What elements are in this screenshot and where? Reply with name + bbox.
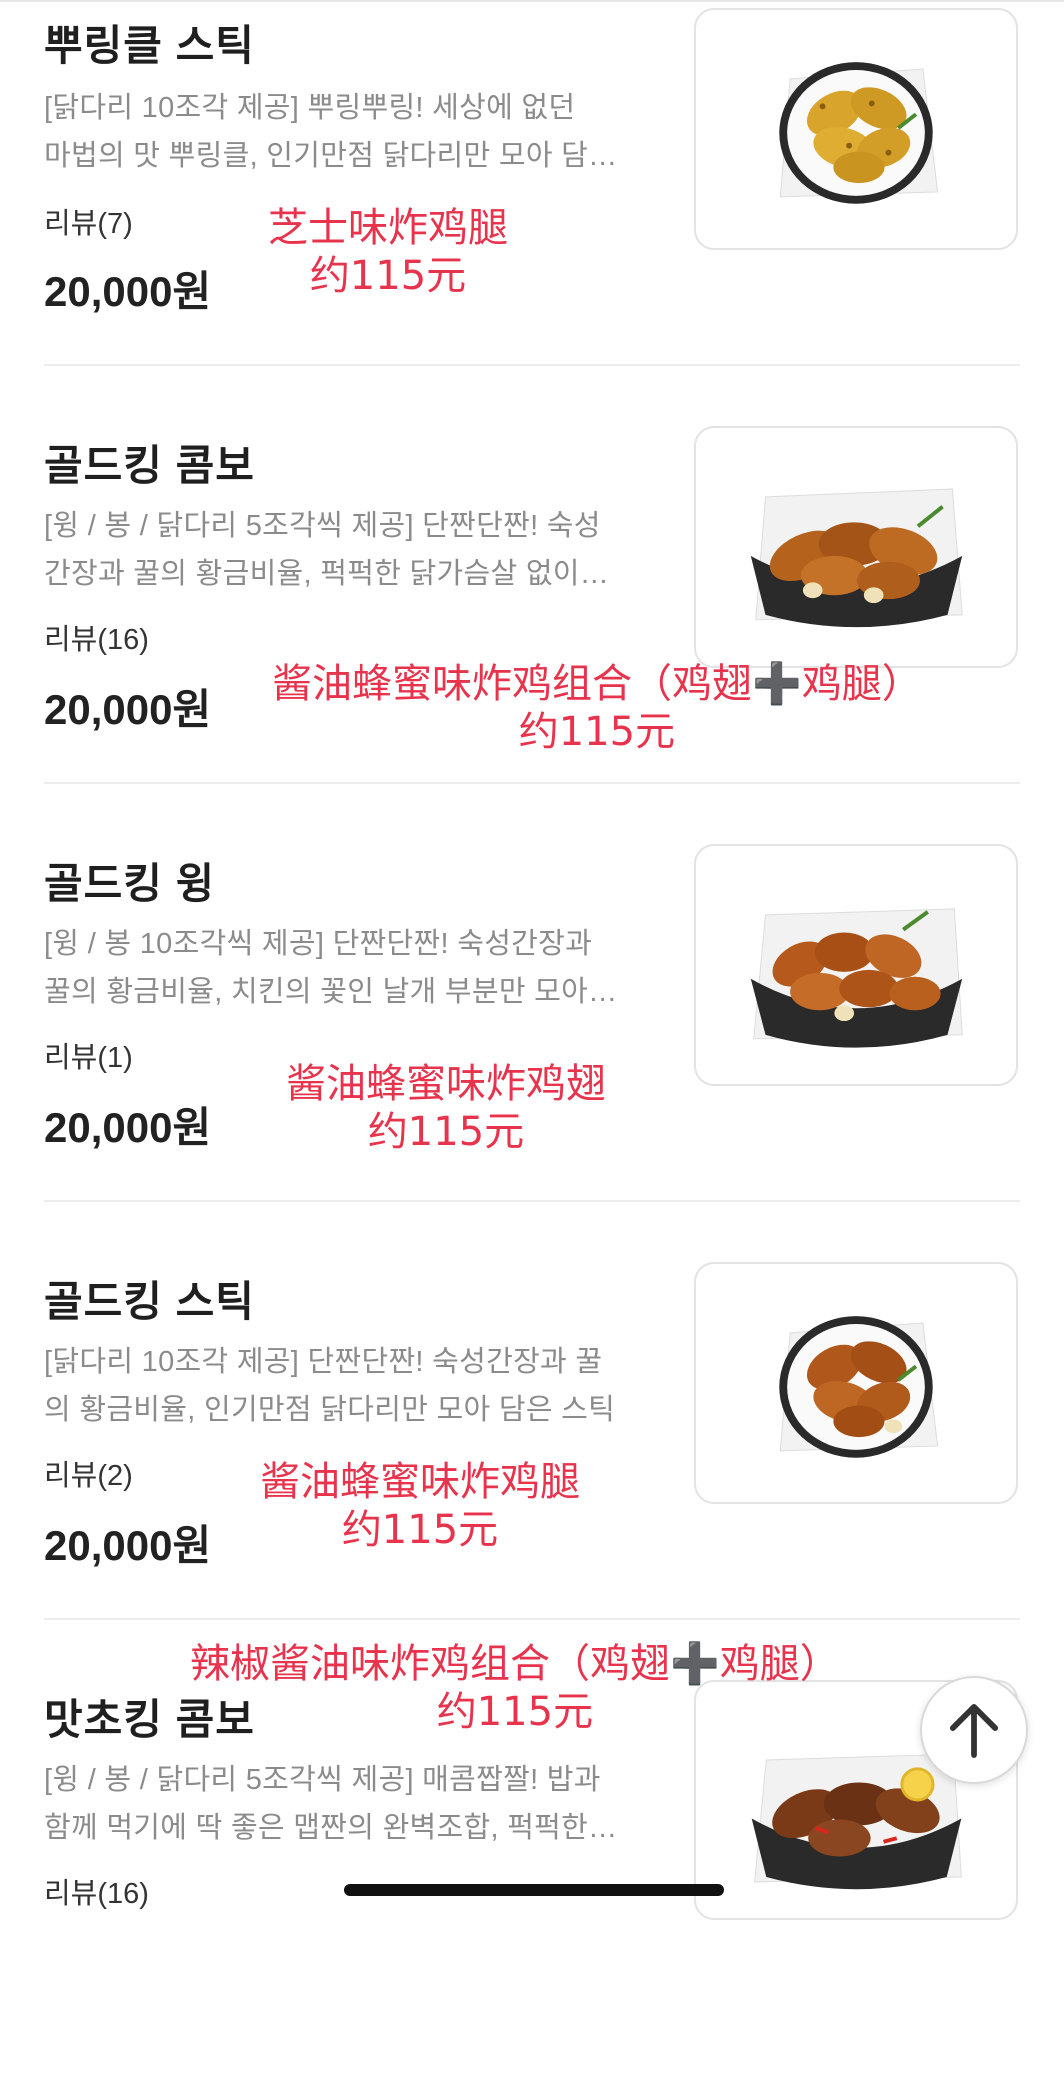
- menu-item-image[interactable]: [694, 1262, 1018, 1504]
- menu-item-price: 20,000원: [44, 686, 212, 733]
- translation-annotation: 辣椒酱油味炸鸡组合（鸡翅➕鸡腿） 约115元: [190, 1641, 840, 1735]
- menu-item-reviews[interactable]: 리뷰(16): [44, 1870, 149, 1912]
- fried-chicken-drumsticks-basket-icon: [779, 1316, 939, 1458]
- menu-item-description: [닭다리 10조각 제공] 단짠단짠! 숙성간장과 꿀 의 황금비율, 인기만점…: [44, 1346, 616, 1426]
- menu-item-description: [닭다리 10조각 제공] 뿌링뿌링! 세상에 없던 마법의 맛 뿌링클, 인기…: [44, 92, 618, 172]
- menu-item-image[interactable]: [694, 8, 1018, 250]
- fried-chicken-drumsticks-basket-icon: [779, 62, 939, 204]
- translation-annotation: 酱油蜂蜜味炸鸡组合（鸡翅➕鸡腿） 约115元: [272, 661, 922, 755]
- menu-item-description: [윙 / 봉 10조각씩 제공] 단짠단짠! 숙성간장과 꿀의 황금비율, 치킨…: [44, 928, 618, 1008]
- scroll-to-top-button[interactable]: [920, 1676, 1028, 1784]
- menu-item-name: 뿌링클 스틱: [44, 22, 255, 69]
- menu-item-goldking-combo[interactable]: 골드킹 콤보 [윙 / 봉 / 닭다리 5조각씩 제공] 단짠단짠! 숙성 간장…: [0, 418, 1064, 836]
- fried-chicken-combo-basket-icon: [750, 488, 963, 628]
- menu-item-reviews[interactable]: 리뷰(16): [44, 616, 149, 658]
- menu-item-name: 골드킹 콤보: [44, 442, 255, 489]
- home-indicator[interactable]: [344, 1884, 724, 1896]
- menu-item-reviews[interactable]: 리뷰(1): [44, 1034, 133, 1076]
- menu-item-image[interactable]: [694, 844, 1018, 1086]
- translation-annotation: 酱油蜂蜜味炸鸡翅 约115元: [286, 1061, 606, 1155]
- menu-item-description: [윙 / 봉 / 닭다리 5조각씩 제공] 매콤짭짤! 밥과 함께 먹기에 딱 …: [44, 1764, 618, 1844]
- fried-chicken-wings-basket-icon: [750, 908, 963, 1048]
- item-divider: [44, 364, 1020, 366]
- arrow-up-icon: [949, 1704, 999, 1758]
- item-divider: [44, 782, 1020, 784]
- menu-item-price: 20,000원: [44, 268, 212, 315]
- menu-item-description: [윙 / 봉 / 닭다리 5조각씩 제공] 단짠단짠! 숙성 간장과 꿀의 황금…: [44, 510, 610, 590]
- menu-item-goldking-stick[interactable]: 골드킹 스틱 [닭다리 10조각 제공] 단짠단짠! 숙성간장과 꿀 의 황금비…: [0, 1254, 1064, 1672]
- item-divider: [44, 1618, 1020, 1620]
- menu-item-name: 골드킹 윙: [44, 860, 216, 907]
- menu-item-image[interactable]: [694, 426, 1018, 668]
- menu-item-ppuringkle-stick[interactable]: 뿌링클 스틱 [닭다리 10조각 제공] 뿌링뿌링! 세상에 없던 마법의 맛 …: [0, 0, 1064, 418]
- menu-item-reviews[interactable]: 리뷰(2): [44, 1452, 133, 1494]
- translation-annotation: 酱油蜂蜜味炸鸡腿 约115元: [260, 1459, 580, 1553]
- translation-annotation: 芝士味炸鸡腿 约115元: [268, 205, 508, 299]
- menu-item-reviews[interactable]: 리뷰(7): [44, 200, 133, 242]
- menu-item-price: 20,000원: [44, 1522, 212, 1569]
- menu-item-goldking-wing[interactable]: 골드킹 윙 [윙 / 봉 10조각씩 제공] 단짠단짠! 숙성간장과 꿀의 황금…: [0, 836, 1064, 1254]
- item-divider: [44, 1200, 1020, 1202]
- menu-item-price: 20,000원: [44, 1104, 212, 1151]
- menu-item-name: 골드킹 스틱: [44, 1278, 255, 1325]
